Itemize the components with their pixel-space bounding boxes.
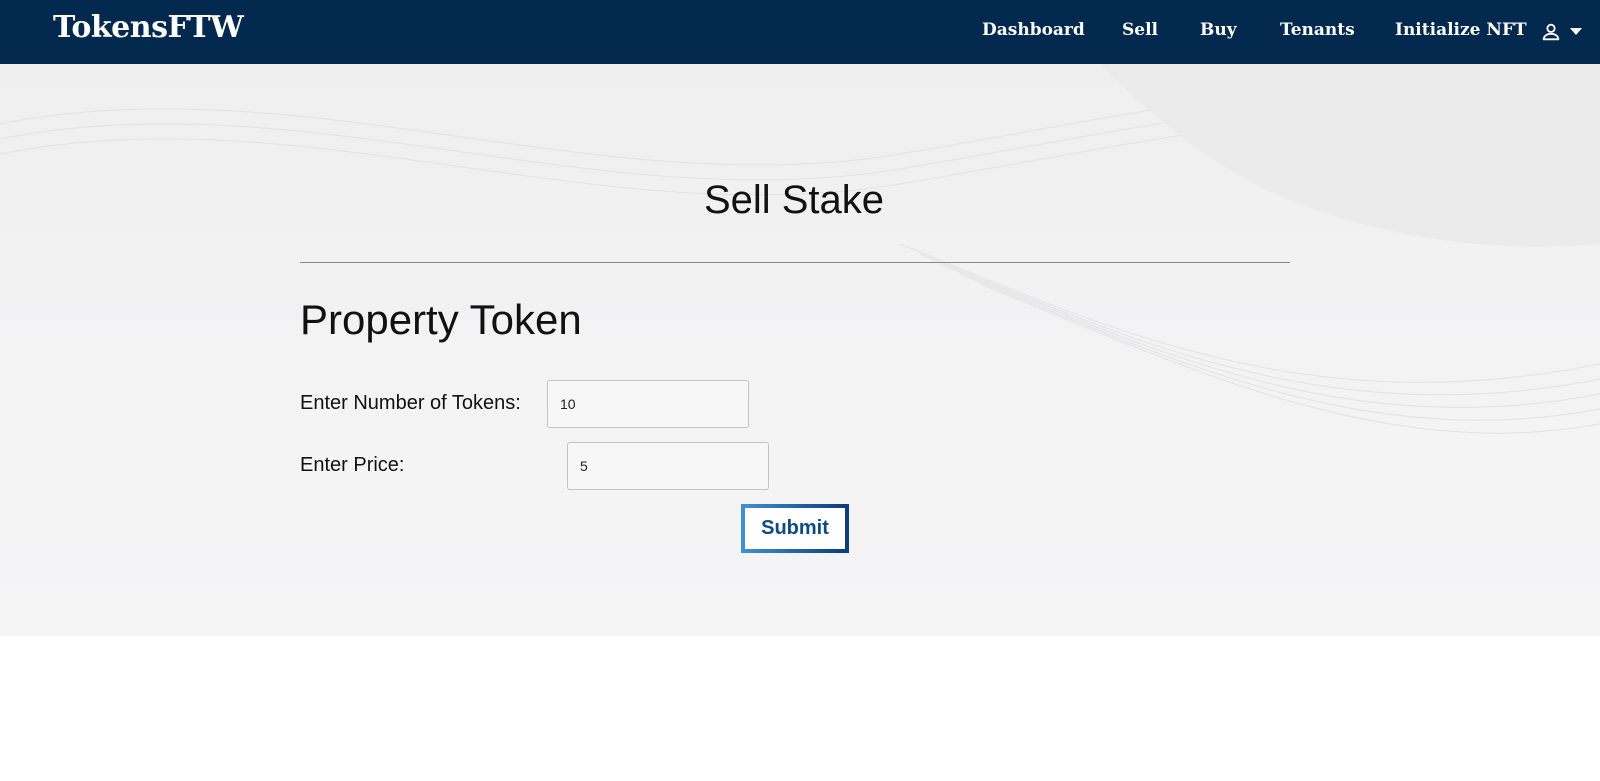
page-title: Sell Stake xyxy=(703,178,885,222)
caret-down-icon xyxy=(1570,28,1582,36)
main-nav: Dashboard Sell Buy Tenants Initialize NF… xyxy=(0,0,1600,64)
nav-initialize-nft[interactable]: Initialize NFT xyxy=(1395,20,1527,40)
nav-dashboard[interactable]: Dashboard xyxy=(982,20,1085,40)
title-divider xyxy=(300,262,1290,263)
top-navbar: TokensFTW Dashboard Sell Buy Tenants Ini… xyxy=(0,0,1600,64)
section-title: Property Token xyxy=(300,296,582,343)
tokens-label: Enter Number of Tokens: xyxy=(300,392,521,414)
user-menu-toggle[interactable] xyxy=(1540,18,1590,46)
price-input[interactable] xyxy=(567,442,769,490)
tokens-input[interactable] xyxy=(547,380,749,428)
person-icon xyxy=(1540,21,1562,43)
price-label: Enter Price: xyxy=(300,454,405,476)
nav-sell[interactable]: Sell xyxy=(1122,20,1158,40)
hero-background: Sell Stake Property Token Enter Number o… xyxy=(0,64,1600,636)
nav-buy[interactable]: Buy xyxy=(1200,20,1237,40)
submit-button[interactable]: Submit xyxy=(741,504,849,553)
nav-tenants[interactable]: Tenants xyxy=(1280,20,1355,40)
